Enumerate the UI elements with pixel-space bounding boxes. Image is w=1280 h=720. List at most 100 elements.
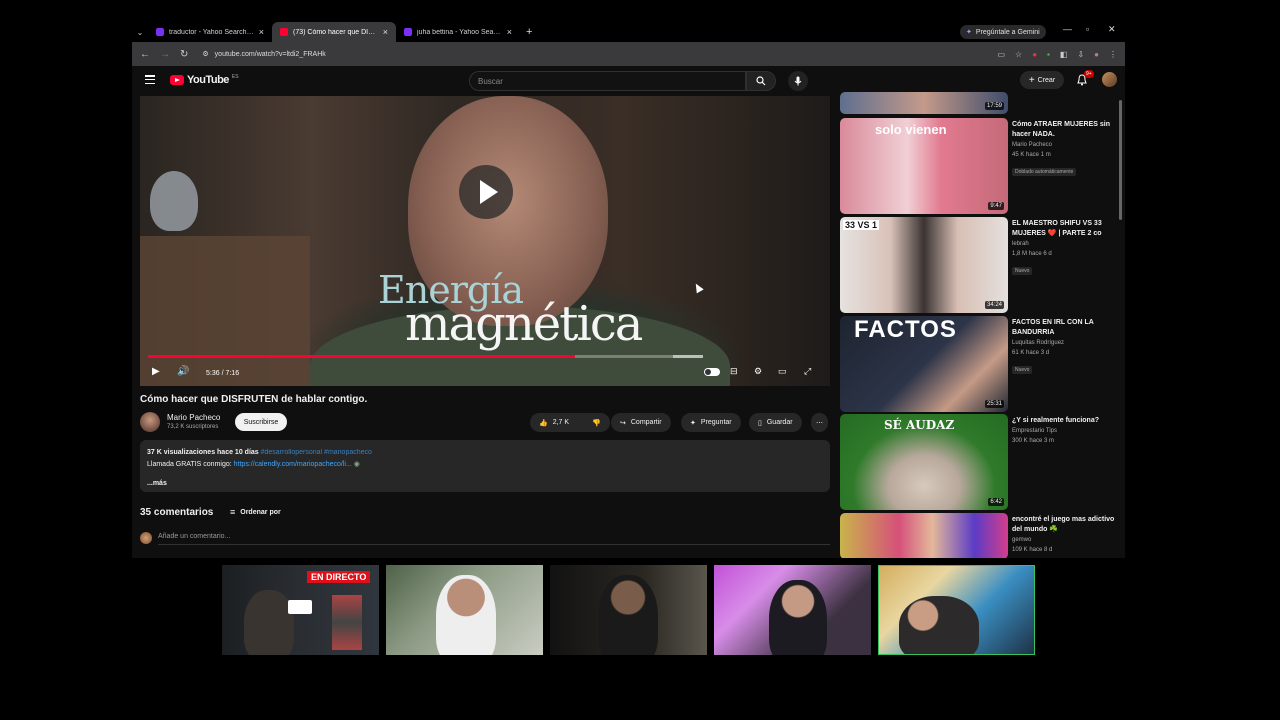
recommendation-info[interactable]: EL MAESTRO SHIFU VS 33 MUJERES ❤️ | PART…	[1012, 219, 1117, 277]
recommendation-meta: 109 K hace 8 d	[1012, 547, 1053, 553]
youtube-play-logo-icon	[170, 75, 184, 85]
reload-icon[interactable]: ↻	[180, 49, 188, 60]
save-button[interactable]: ▯ Guardar	[749, 413, 802, 432]
fullscreen-icon[interactable]: ⤢	[804, 366, 811, 377]
tab-title: juha bettina - Yahoo Search	[417, 28, 502, 36]
voice-search-button[interactable]	[788, 71, 808, 91]
autoplay-toggle[interactable]	[704, 368, 720, 376]
share-icon: ↪	[620, 419, 626, 427]
recommendation-thumbnail[interactable]: solo vienen 9:47	[840, 118, 1008, 214]
recommendation-info[interactable]: Cómo ATRAER MUJERES sin hacer NADA. Mari…	[1012, 120, 1117, 178]
tab-yahoo-translator[interactable]: traductor - Yahoo Search Fus ×	[148, 22, 272, 42]
streamer-silhouette	[244, 590, 294, 655]
forward-icon[interactable]: →	[160, 49, 170, 60]
recommendation-meta: 61 K hace 3 d	[1012, 350, 1050, 356]
close-tab-icon[interactable]: ×	[507, 27, 512, 37]
recommendation-meta: 45 K hace 1 m	[1012, 152, 1051, 158]
comment-divider	[158, 544, 830, 545]
sparkle-icon: ✦	[690, 419, 696, 427]
ask-button[interactable]: ✦ Preguntar	[681, 413, 741, 432]
menu-kebab-icon[interactable]: ⋮	[1109, 50, 1117, 59]
search-input[interactable]: Buscar	[469, 71, 746, 91]
subtitles-icon[interactable]: ⊟	[730, 366, 738, 377]
user-avatar[interactable]	[1102, 72, 1117, 87]
hamburger-menu-icon[interactable]	[145, 75, 155, 84]
profile-icon[interactable]: ●	[1094, 50, 1099, 59]
streamer-silhouette	[899, 596, 979, 654]
settings-gear-icon[interactable]: ⚙	[754, 366, 762, 377]
video-duration: 9:47	[988, 202, 1004, 210]
gemini-button[interactable]: ✦ Pregúntale a Gemini	[960, 25, 1046, 39]
miniplayer-icon[interactable]: ▭	[778, 366, 787, 377]
seek-bar[interactable]	[148, 355, 703, 358]
back-icon[interactable]: ←	[140, 49, 150, 60]
channel-avatar[interactable]	[140, 412, 160, 432]
volume-icon[interactable]: 🔊	[177, 366, 189, 377]
webcam-tile[interactable]	[550, 565, 707, 655]
big-play-button[interactable]	[459, 165, 513, 219]
recommendation-thumbnail[interactable]: 33 VS 1 34:24	[840, 217, 1008, 313]
tab-title: (73) Cómo hacer que DISFRU	[293, 28, 378, 36]
video-title: Cómo hacer que DISFRUTEN de hablar conti…	[140, 394, 368, 405]
video-duration: 6:42	[988, 498, 1004, 506]
bookmark-star-icon[interactable]: ☆	[1015, 50, 1022, 59]
time-display: 5:36 / 7:16	[206, 366, 239, 380]
recommendation-info[interactable]: encontré el juego mas adictivo del mundo…	[1012, 515, 1117, 555]
yahoo-favicon-icon	[404, 28, 412, 36]
share-button[interactable]: ↪ Compartir	[611, 413, 671, 432]
webcam-tile[interactable]	[714, 565, 871, 655]
recommendation-channel: Emprestario Tips	[1012, 428, 1058, 434]
search-button[interactable]	[746, 71, 776, 91]
youtube-logo[interactable]: YouTube ES	[170, 74, 239, 86]
extension-icon[interactable]: ●	[1032, 50, 1037, 59]
play-icon[interactable]: ▶	[152, 366, 160, 377]
site-info-icon[interactable]: ⚙	[202, 50, 208, 58]
view-stats: 37 K visualizaciones hace 10 días	[147, 449, 259, 456]
video-duration: 17:59	[984, 102, 1004, 110]
puzzle-icon[interactable]: ◧	[1060, 50, 1068, 59]
tab-yahoo-search[interactable]: juha bettina - Yahoo Search ×	[396, 22, 520, 42]
thumbs-up-icon[interactable]: 👍	[539, 419, 548, 427]
video-duration: 25:31	[984, 400, 1004, 408]
recommendation-title: Cómo ATRAER MUJERES sin hacer NADA.	[1012, 121, 1111, 138]
search-icon	[756, 76, 766, 86]
subscribe-button[interactable]: Suscribirse	[235, 413, 287, 431]
like-dislike-group: 👍 2,7 K 👎	[530, 413, 610, 432]
calendly-link[interactable]: https://calendly.com/mariopacheco/li...	[234, 461, 352, 468]
cast-icon[interactable]: ▭	[997, 50, 1005, 59]
minimize-icon[interactable]: —	[1063, 24, 1072, 34]
close-tab-icon[interactable]: ×	[383, 27, 388, 37]
recommendation-info[interactable]: FACTOS EN IRL CON LA BANDURRIA Luquitas …	[1012, 318, 1117, 376]
sort-comments-button[interactable]: ≡ Ordenar por	[230, 507, 281, 517]
webcam-tile[interactable]	[878, 565, 1035, 655]
maximize-icon[interactable]: ▫	[1086, 24, 1089, 34]
recommendation-thumbnail[interactable]	[840, 513, 1008, 558]
hashtags[interactable]: #desarrollopersonal #mariopacheco	[261, 449, 372, 456]
recommendation-thumbnail[interactable]: 17:59	[840, 92, 1008, 114]
description-box[interactable]: 37 K visualizaciones hace 10 días #desar…	[140, 440, 830, 492]
add-comment-input[interactable]: Añade un comentario...	[158, 533, 230, 540]
show-more-link[interactable]: ...más	[147, 480, 167, 487]
channel-name[interactable]: Mario Pacheco	[167, 413, 220, 422]
thumbs-down-icon[interactable]: 👎	[592, 419, 601, 427]
recommendation-thumbnail[interactable]: FACTOS 25:31	[840, 316, 1008, 412]
webcam-tile[interactable]	[386, 565, 543, 655]
logo-text: YouTube	[187, 74, 229, 86]
close-window-icon[interactable]: ✕	[1108, 24, 1116, 35]
video-overlay-text-line2: magnética	[405, 296, 643, 352]
like-count[interactable]: 2,7 K	[553, 419, 569, 426]
new-tab-button[interactable]: +	[526, 26, 532, 38]
more-actions-button[interactable]: ⋯	[811, 413, 828, 432]
video-player[interactable]: Energía magnética ▶ 🔊 5:36 / 7:16 ⊟ ⚙ ▭ …	[140, 96, 830, 386]
tab-youtube[interactable]: (73) Cómo hacer que DISFRU ×	[272, 22, 396, 42]
url-field[interactable]: ⚙ youtube.com/watch?v=ltdi2_FRAHk	[198, 46, 959, 62]
tab-search-chevron-icon[interactable]: ⌄	[132, 28, 148, 37]
recommendation-info[interactable]: ¿Y si realmente funciona? Emprestario Ti…	[1012, 416, 1117, 446]
create-button[interactable]: + Crear	[1020, 71, 1064, 89]
extension-icon[interactable]: ▪	[1047, 50, 1050, 59]
download-icon[interactable]: ⇩	[1077, 50, 1084, 59]
stream-thumbnails	[332, 595, 362, 650]
close-tab-icon[interactable]: ×	[259, 27, 264, 37]
page-scrollbar[interactable]	[1119, 100, 1122, 220]
recommendation-thumbnail[interactable]: SÉ AUDAZ 6:42	[840, 414, 1008, 510]
